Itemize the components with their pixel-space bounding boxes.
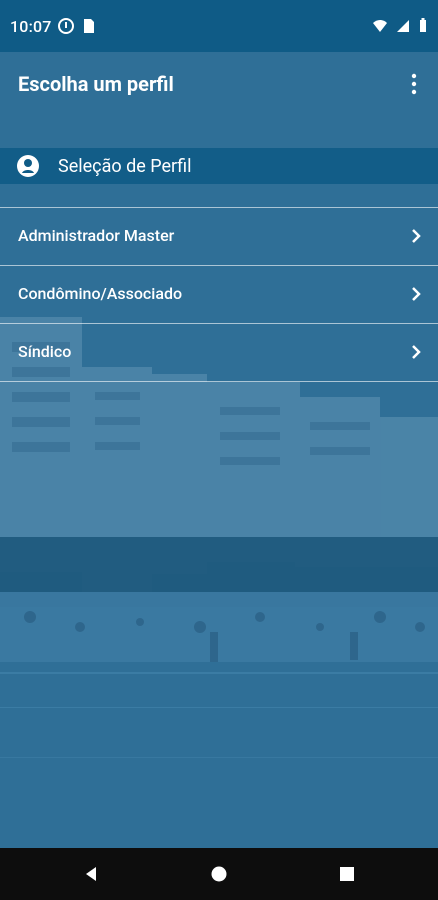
status-left-icons — [58, 18, 96, 34]
status-right-icons — [372, 18, 428, 34]
overflow-menu-button[interactable] — [400, 70, 428, 98]
back-icon — [86, 867, 96, 881]
profile-item-condomino-associado[interactable]: Condômino/Associado — [0, 265, 438, 323]
chevron-right-icon — [412, 229, 421, 243]
section-title: Seleção de Perfil — [58, 156, 192, 177]
chevron-right-icon — [412, 345, 421, 359]
status-bar: 10:07 — [0, 0, 438, 52]
page-title: Escolha um perfil — [18, 72, 174, 96]
profile-label: Síndico — [18, 342, 72, 361]
more-vert-icon — [411, 73, 417, 95]
battery-icon — [420, 18, 426, 32]
screen: 10:07 Escolha um perfil Seleção de Perfi… — [0, 0, 438, 900]
home-icon — [211, 866, 227, 882]
app-bar: Escolha um perfil — [0, 52, 438, 116]
profile-section-header: Seleção de Perfil — [0, 148, 438, 184]
profile-item-administrador-master[interactable]: Administrador Master — [0, 207, 438, 265]
recents-icon — [340, 867, 354, 881]
signal-icon — [397, 20, 409, 32]
profile-icon — [17, 155, 39, 177]
profile-label: Administrador Master — [18, 226, 175, 245]
profile-item-sindico[interactable]: Síndico — [0, 323, 438, 382]
system-navigation-bar — [0, 848, 438, 900]
notification-icon — [58, 18, 74, 34]
sim-card-icon — [84, 19, 94, 33]
wifi-icon — [373, 20, 387, 32]
profile-list: Administrador Master Condômino/Associado… — [0, 207, 438, 382]
home-button[interactable] — [210, 865, 228, 883]
status-time: 10:07 — [10, 17, 52, 36]
recents-button[interactable] — [338, 865, 356, 883]
profile-label: Condômino/Associado — [18, 284, 183, 303]
back-button[interactable] — [82, 865, 100, 883]
chevron-right-icon — [412, 287, 421, 301]
